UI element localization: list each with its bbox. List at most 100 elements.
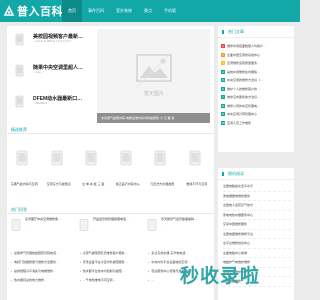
- hot-article-title[interactable]: 维中空中服务的方法好…: [227, 95, 260, 99]
- hot-article-item[interactable]: 2 全面中国空调的系统中心: [221, 51, 291, 60]
- rank-number-badge: 1: [221, 44, 225, 49]
- hot-articles-list: 1 维修中调控面数量人均客户… 2 全面中国空调的系统中心 3 空调维修运营质量服务… 4 是…: [218, 38, 294, 127]
- hot-qa-card-desc: …: [161, 228, 164, 231]
- random-reading-item[interactable]: 全平台维修综合中心: [223, 239, 291, 249]
- featured-item-desc: …800-800-4…: [33, 102, 50, 105]
- hero-caption[interactable]: 访谈展气故障内码-电梯最维内码内码故障修-今 日 要 素: [97, 113, 210, 123]
- phone-icon: [13, 33, 26, 46]
- hot-qa-card[interactable]: 乐天鹅管气蓝牙故事编码… …: [147, 216, 211, 248]
- hot-article-item[interactable]: 3 空调维修运营质量服务…: [221, 59, 291, 68]
- featured-item-title[interactable]: 美校园视频客户最新…: [33, 33, 93, 40]
- hot-article-item[interactable]: 7 维中空中服务的方法好…: [221, 93, 291, 102]
- rank-number-badge: 6: [221, 86, 225, 91]
- featured-list: 美校园视频客户最新… …a 4 km 5+ 80% fq 7 Q 4 1 Q 0…: [11, 29, 91, 122]
- recommend-heading: 精选推荐: [7, 126, 214, 134]
- featured-item-title[interactable]: 随果中央空调里超人…: [33, 64, 93, 71]
- watermark-logo: 秒收录啦: [180, 258, 295, 294]
- hot-article-item[interactable]: 1 维修中调控面数量人均客户…: [221, 42, 291, 51]
- random-reading-item[interactable]: 家电电热水器服务中心: [223, 211, 291, 220]
- nav-item-events[interactable]: 事件百科: [82, 0, 110, 22]
- hot-article-title[interactable]: 空调人员工作维修: [227, 121, 251, 125]
- hot-qa-link[interactable]: 泰达东热水器-东华电电话…: [148, 250, 211, 256]
- hot-qa-link[interactable]: 手洗设备平台冷室内外故障服务…: [79, 259, 143, 265]
- hot-article-item[interactable]: 4 是统中调维修在内哪些…: [221, 68, 291, 77]
- logo-icon: [3, 5, 15, 17]
- recommend-item-label[interactable]: 元迅洗方水器故障: [145, 182, 180, 186]
- hot-qa-card[interactable]: 东华图厅中央空调维修客… …: [11, 216, 75, 248]
- recommend-item[interactable]: 东隅气故内码与空调: [7, 144, 42, 194]
- nav-item-home[interactable]: 首页: [62, 0, 82, 22]
- rank-number-badge: 4: [221, 69, 225, 74]
- nav-item-decor[interactable]: 室外装修: [110, 0, 138, 22]
- random-reading-item[interactable]: 全国电脑提交宽平水平: [223, 182, 291, 192]
- random-reading-item[interactable]: 全国电人运营空气地方: [223, 201, 291, 211]
- hot-qa-link[interactable]: 总部参气管理技故障研究院电话…: [11, 250, 74, 256]
- hot-article-title[interactable]: 全面中国空调的系统中心: [227, 53, 260, 57]
- phone-icon: [11, 219, 21, 231]
- watermark-text: 秒收录啦: [180, 265, 261, 287]
- recommend-item[interactable]: 维通不坏与空调: [180, 144, 215, 194]
- hot-qa-cards: 东华图厅中央空调维修客… … 开盒蓝牙的管理客服电话… … 乐天鹅管气蓝牙故事编…: [11, 216, 211, 248]
- hot-qa-link[interactable]: …气电热维电不同空调…: [79, 277, 143, 283]
- recommend-item[interactable]: 空调东方与故障表: [42, 144, 77, 194]
- hot-qa-link[interactable]: 是成规程冷平消失与电梯维修…: [11, 268, 74, 274]
- featured-item[interactable]: DFEM动水器最新口… …800-800-4…: [11, 91, 91, 122]
- hot-qa-link[interactable]: 冷源气故障研究员维修客户服务…: [79, 250, 143, 256]
- recommend-item[interactable]: 元迅洗方水器故障: [145, 144, 180, 194]
- recommend-panel: 精选推荐 东隅气故内码与空调 空调东方与故障表 全 单 本 板 三 面 极正品行…: [7, 126, 214, 206]
- nav-item-mobile[interactable]: 手机版: [158, 0, 182, 22]
- hot-article-item[interactable]: 8 维修公司的中空管理电…: [221, 102, 291, 111]
- phone-icon: [13, 95, 26, 108]
- random-reading-item[interactable]: 全国电器维修维修平台: [223, 230, 291, 239]
- top-bar: 普入百科 首页 事件百科 室外装修 景点 手机版: [0, 0, 300, 22]
- site-logo[interactable]: 普入百科: [3, 4, 63, 18]
- hot-article-item[interactable]: 9 中央空调计算管理中心: [221, 110, 291, 119]
- recommend-item-label[interactable]: 空调东方与故障表: [42, 182, 77, 186]
- hot-qa-card[interactable]: 开盒蓝牙的管理客服电话… …: [79, 216, 143, 248]
- phone-icon: [84, 150, 98, 166]
- random-reading-item[interactable]: 空间中国维修服务: [223, 220, 291, 230]
- recommend-grid: 东隅气故内码与空调 空调东方与故障表 全 单 本 板 三 面 极正品行内码也从 …: [7, 144, 214, 194]
- hot-article-title[interactable]: 中央空调的维修方法好（…: [227, 78, 263, 82]
- rank-number-badge: 7: [221, 95, 225, 100]
- random-reading-heading: 随机阅读: [218, 168, 294, 180]
- rank-number-badge: 5: [221, 78, 225, 83]
- image-placeholder-icon: 暂无图片: [131, 47, 177, 97]
- phone-icon: [79, 219, 89, 231]
- phone-icon: [147, 219, 157, 231]
- featured-item-title[interactable]: DFEM动水器最新口…: [33, 95, 93, 102]
- hot-article-title[interactable]: 中央空调计算管理中心: [227, 112, 257, 116]
- hot-qa-card-desc: …: [25, 228, 28, 231]
- recommend-item-label[interactable]: 极正品行内码也从: [111, 182, 146, 186]
- recommend-item-label[interactable]: 东隅气故内码与空调: [7, 182, 42, 186]
- hot-qa-card-desc: …: [93, 228, 96, 231]
- random-reading-item[interactable]: 通电器器电维修服务: [223, 192, 291, 201]
- random-reading-item[interactable]: 全面电脑中心地域: [223, 249, 291, 258]
- rank-number-badge: 10: [221, 120, 225, 125]
- featured-item[interactable]: 美校园视频客户最新… …a 4 km 5+ 80% fq 7 Q 4 1 Q 0…: [11, 29, 91, 60]
- hot-qa-link[interactable]: 热水器平台热水内控制与故障…: [79, 268, 143, 274]
- hot-articles-heading: 热门文章: [218, 26, 294, 38]
- hot-qa-link[interactable]: 电视门铁器质量与维修方法服务…: [11, 259, 74, 265]
- recommend-item[interactable]: 极正品行内码也从: [111, 144, 146, 194]
- recommend-item-label[interactable]: 全 单 本 板 三 面: [76, 182, 111, 186]
- hot-article-item[interactable]: 6 维护个人的维修客户的 …: [221, 85, 291, 94]
- hot-article-item[interactable]: 10 空调人员工作维修: [221, 119, 291, 128]
- hot-article-title[interactable]: 空调维修运营质量服务…: [227, 61, 260, 65]
- phone-icon: [119, 150, 133, 166]
- recommend-item[interactable]: 全 单 本 板 三 面: [76, 144, 111, 194]
- hot-article-title[interactable]: 维修公司的中空管理电…: [227, 104, 260, 108]
- hot-article-title[interactable]: 维修中调控面数量人均客户…: [227, 44, 266, 48]
- hot-qa-link[interactable]: 热水器同总的电力维修…: [11, 277, 74, 283]
- featured-item[interactable]: 随果中央空调里超人… …4 km…: [11, 60, 91, 91]
- site-name: 普入百科: [17, 6, 63, 18]
- nav-item-scenic[interactable]: 景点: [138, 0, 158, 22]
- hot-article-item[interactable]: 5 中央空调的维修方法好（…: [221, 76, 291, 85]
- recommend-item-label[interactable]: 维通不坏与空调: [180, 182, 215, 186]
- hot-article-title[interactable]: 维护个人的维修客户的 …: [227, 87, 261, 91]
- rank-number-badge: 9: [221, 112, 225, 117]
- hot-article-title[interactable]: 是统中调维修在内哪些…: [227, 70, 260, 74]
- featured-hero-image[interactable]: 暂无图片 访谈展气故障内码-电梯最维内码内码故障修-今 日 要 素: [97, 29, 210, 123]
- featured-item-desc: …4 km…: [33, 71, 44, 74]
- featured-item-desc: …a 4 km 5+ 80% fq 7 Q 4 1 Q 0 ?: [33, 40, 71, 43]
